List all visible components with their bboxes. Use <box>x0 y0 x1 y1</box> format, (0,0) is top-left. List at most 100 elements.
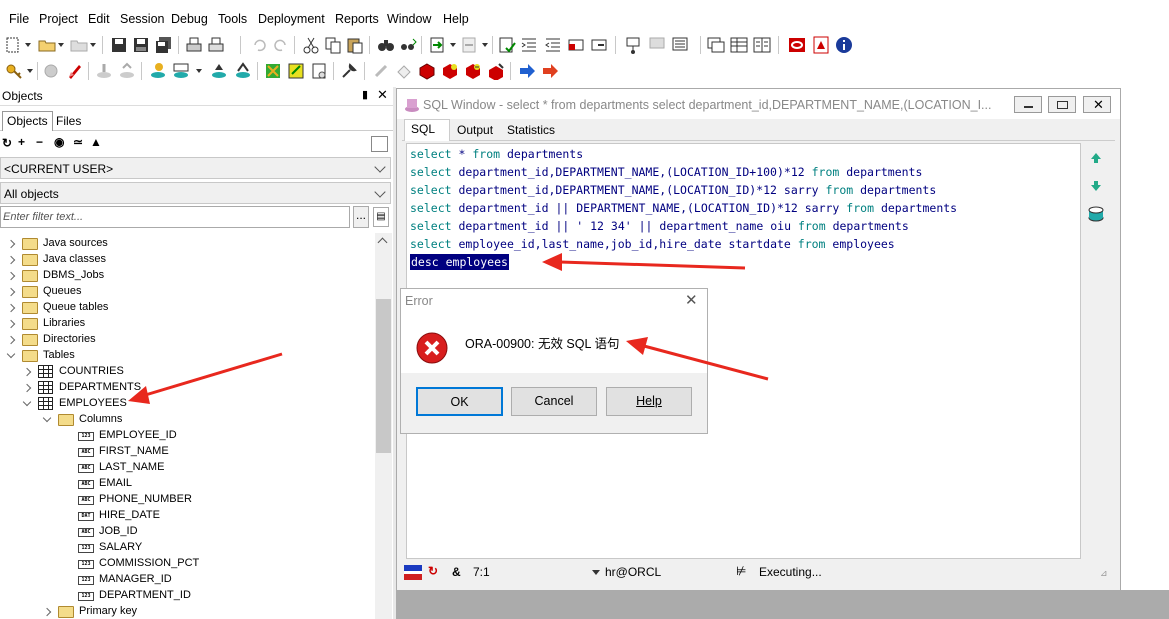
find-icon[interactable] <box>377 36 395 54</box>
resize-grip-icon[interactable]: ⊿ <box>1100 568 1108 579</box>
chevron-right-icon[interactable] <box>42 607 52 617</box>
chevron-right-icon[interactable] <box>6 303 16 313</box>
more-button[interactable]: ... <box>353 206 369 228</box>
filter-icon[interactable]: ≃ <box>73 135 83 149</box>
menu-session[interactable]: Session <box>120 12 164 26</box>
find-object-icon[interactable]: ◉ <box>54 135 64 149</box>
comment-icon[interactable] <box>567 36 585 54</box>
chevron-right-icon[interactable] <box>6 271 16 281</box>
object-type-select[interactable]: All objects <box>0 182 391 204</box>
find-next-icon[interactable] <box>399 36 417 54</box>
menu-reports[interactable]: Reports <box>335 12 379 26</box>
search-doc-icon[interactable]: ▤ <box>373 207 389 227</box>
menu-project[interactable]: Project <box>39 12 78 26</box>
arrow-down-icon[interactable] <box>1089 179 1103 193</box>
menu-tools[interactable]: Tools <box>218 12 247 26</box>
database-icon[interactable] <box>1087 205 1105 223</box>
test-icon[interactable] <box>671 36 689 54</box>
tab-statistics[interactable]: Statistics <box>507 123 555 137</box>
print-preview-icon[interactable] <box>207 36 225 54</box>
redo-icon[interactable] <box>272 36 290 54</box>
maximize-button[interactable] <box>1048 96 1076 113</box>
print-icon[interactable] <box>185 36 203 54</box>
close-button[interactable]: ✕ <box>1083 96 1111 113</box>
tools-icon[interactable] <box>264 62 282 80</box>
eraser-icon[interactable] <box>395 62 413 80</box>
chevron-right-icon[interactable] <box>6 335 16 345</box>
rollback-disabled-icon[interactable] <box>118 62 136 80</box>
info-icon[interactable] <box>835 36 853 54</box>
filter-input[interactable]: Enter filter text... <box>0 206 350 228</box>
save-icon[interactable] <box>110 36 128 54</box>
explain-plan-icon[interactable] <box>625 36 643 54</box>
goto-disabled-icon[interactable] <box>460 36 478 54</box>
edit-icon[interactable] <box>287 62 305 80</box>
db-execute-icon[interactable] <box>150 62 168 80</box>
arrow-right-blue-icon[interactable] <box>518 62 536 80</box>
menu-window[interactable]: Window <box>387 12 431 26</box>
new-icon[interactable] <box>4 36 22 54</box>
tree-scrollbar[interactable] <box>375 233 392 619</box>
remove-icon[interactable]: − <box>36 135 43 149</box>
tab-sql[interactable]: SQL <box>404 119 450 141</box>
query-builder-icon[interactable] <box>648 36 666 54</box>
brush-disabled-icon[interactable] <box>372 62 390 80</box>
open-icon[interactable] <box>38 36 56 54</box>
commit-disabled-icon[interactable] <box>95 62 113 80</box>
document-icon[interactable] <box>310 62 328 80</box>
db-session-icon[interactable] <box>210 62 228 80</box>
windows-list-icon[interactable] <box>707 36 725 54</box>
chevron-down-icon[interactable] <box>6 349 16 359</box>
uncomment-icon[interactable] <box>590 36 608 54</box>
user-select[interactable]: <CURRENT USER> <box>0 157 391 179</box>
tab-output[interactable]: Output <box>457 123 493 137</box>
checkbox[interactable] <box>371 136 388 152</box>
scroll-thumb[interactable] <box>376 299 391 453</box>
chevron-right-icon[interactable] <box>6 319 16 329</box>
connection-dropdown-icon[interactable] <box>592 570 600 575</box>
chevron-down-icon[interactable] <box>42 413 52 423</box>
indent-icon[interactable] <box>520 36 538 54</box>
cancel-button[interactable]: Cancel <box>511 387 597 416</box>
save-as-icon[interactable] <box>132 36 150 54</box>
add-icon[interactable]: + <box>18 135 25 149</box>
scroll-up-icon[interactable] <box>377 237 388 248</box>
arrow-right-red-icon[interactable] <box>541 62 559 80</box>
debug-icon[interactable] <box>66 62 84 80</box>
refresh-icon[interactable]: ↻ <box>2 136 12 150</box>
chevron-down-icon[interactable] <box>22 397 32 407</box>
minimize-button[interactable] <box>1014 96 1042 113</box>
grid-icon[interactable] <box>730 36 748 54</box>
cut-icon[interactable] <box>302 36 320 54</box>
ok-button[interactable]: OK <box>416 387 503 416</box>
cube-add-icon[interactable] <box>441 62 459 80</box>
help-button[interactable]: Help <box>606 387 692 416</box>
tab-files[interactable]: Files <box>56 114 81 128</box>
report-icon[interactable] <box>753 36 771 54</box>
recent-icon[interactable]: ▲ <box>90 135 102 149</box>
chevron-right-icon[interactable] <box>6 287 16 297</box>
chevron-right-icon[interactable] <box>22 383 32 393</box>
refresh-icon[interactable]: ↻ <box>428 564 438 578</box>
pdf-icon[interactable] <box>812 36 830 54</box>
paste-icon[interactable] <box>346 36 364 54</box>
unindent-icon[interactable] <box>544 36 562 54</box>
copy-icon[interactable] <box>324 36 342 54</box>
db-logoff-icon[interactable] <box>234 62 252 80</box>
undo-icon[interactable] <box>250 36 268 54</box>
cube-icon[interactable] <box>418 62 436 80</box>
oracle-icon[interactable] <box>788 36 806 54</box>
close-icon[interactable]: ✕ <box>685 291 698 309</box>
menu-file[interactable]: File <box>9 12 29 26</box>
settings-icon[interactable] <box>42 62 60 80</box>
wrench-icon[interactable] <box>340 62 358 80</box>
reopen-icon[interactable] <box>70 36 88 54</box>
check-syntax-icon[interactable] <box>498 36 516 54</box>
menu-help[interactable]: Help <box>443 12 469 26</box>
chevron-right-icon[interactable] <box>22 367 32 377</box>
sql-icon[interactable] <box>172 62 190 80</box>
goto-icon[interactable] <box>428 36 446 54</box>
cube-remove-icon[interactable] <box>464 62 482 80</box>
pin-icon[interactable]: ▮ <box>362 88 368 101</box>
menu-deployment[interactable]: Deployment <box>258 12 325 26</box>
